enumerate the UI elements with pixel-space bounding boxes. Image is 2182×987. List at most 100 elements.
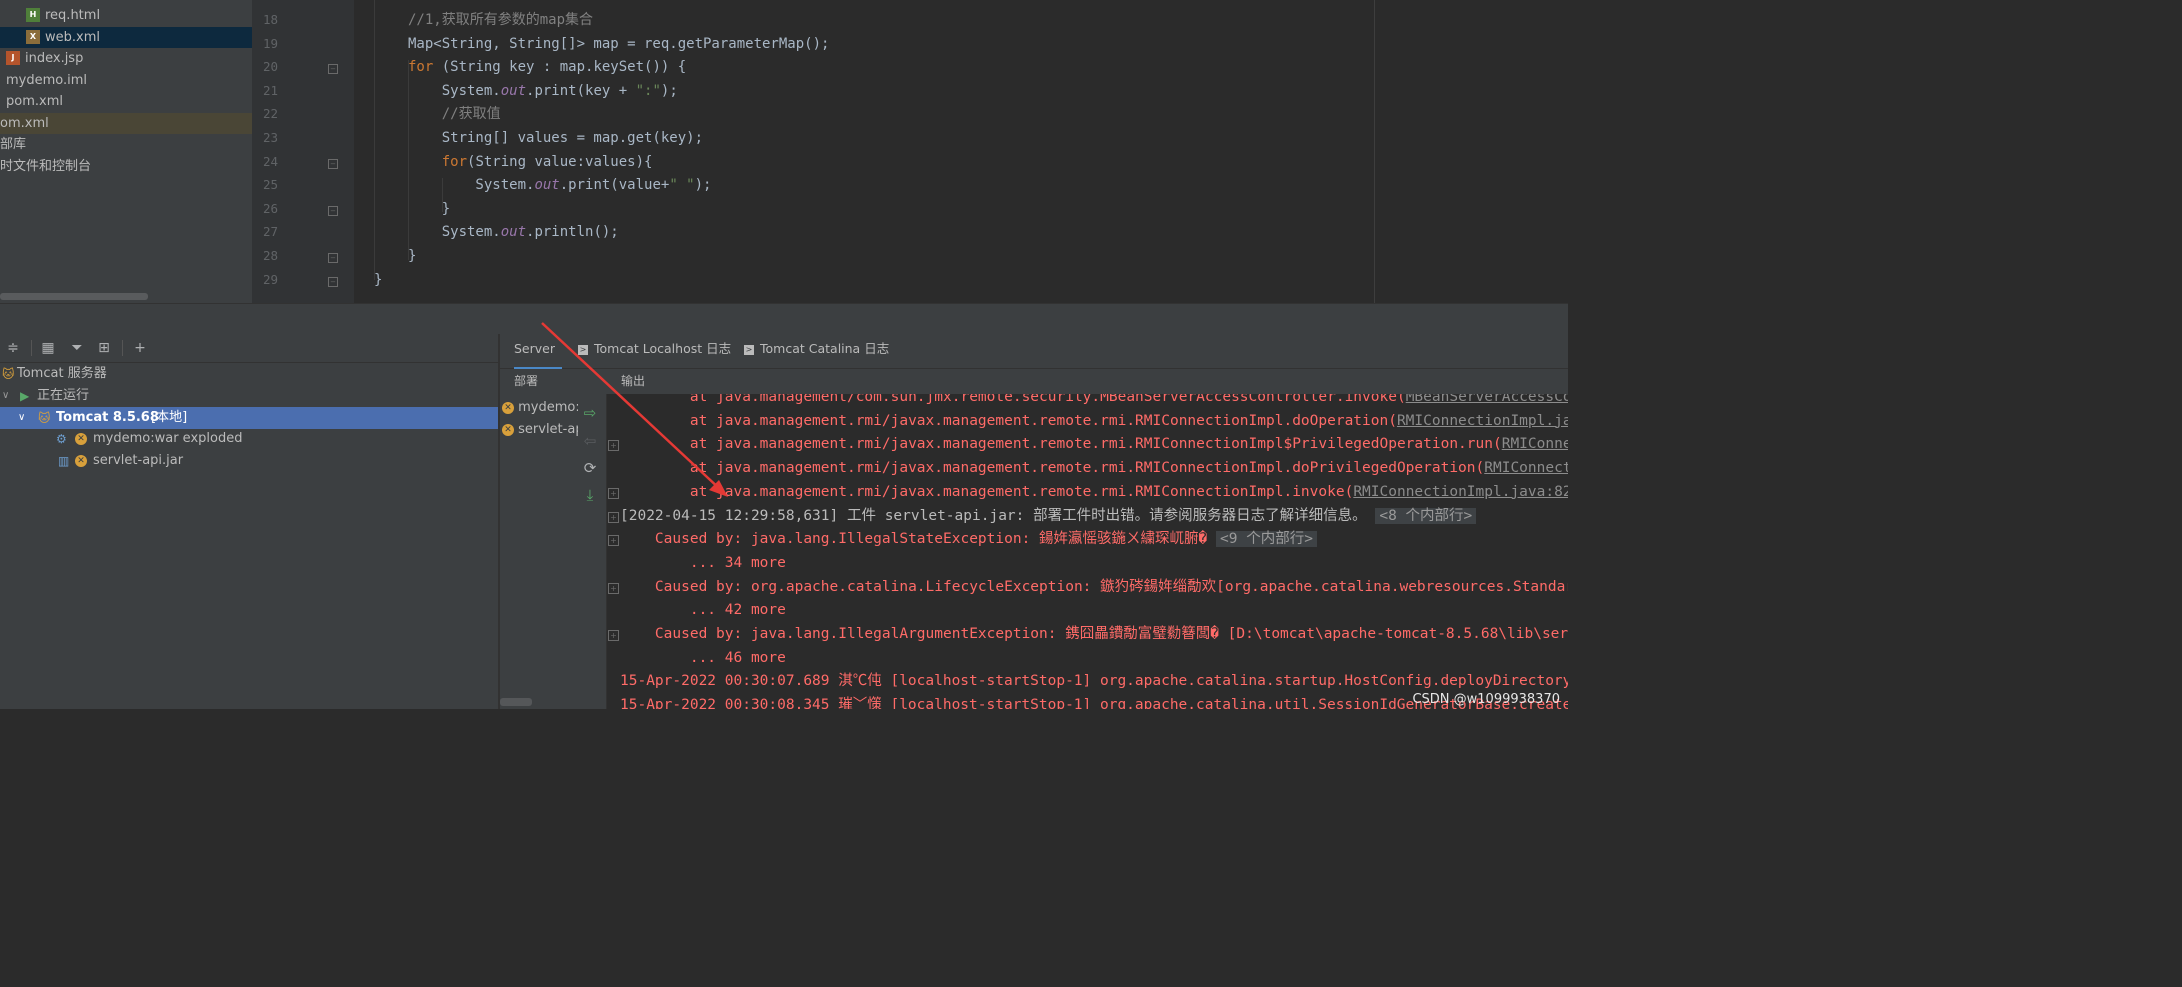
tab-tomcat-catalina-log[interactable]: > Tomcat Catalina 日志: [744, 334, 889, 367]
code-token: .println();: [526, 224, 619, 241]
undeploy-icon[interactable]: ⇦: [580, 431, 600, 451]
right-margin-guide: [1374, 0, 1375, 303]
code-token: ":": [635, 82, 661, 99]
console-line: at java.management/com.sun.jmx.remote.se…: [620, 394, 1568, 410]
new-group-icon[interactable]: ⊞: [94, 338, 114, 358]
tool-window-divider[interactable]: [0, 303, 1568, 336]
line-number: 25: [262, 177, 278, 193]
update-deploy-icon[interactable]: ⤓: [580, 485, 600, 505]
chevron-down-icon[interactable]: ∨: [18, 407, 25, 429]
tree-item-req-html[interactable]: H req.html: [0, 5, 252, 26]
console-line-text: Caused by: org.apache.catalina.Lifecycle…: [620, 578, 1568, 595]
expand-lines-icon[interactable]: +: [608, 535, 619, 547]
folded-lines-badge[interactable]: <8 个内部行>: [1375, 507, 1477, 524]
project-horizontal-scrollbar[interactable]: [0, 293, 148, 300]
expand-lines-icon[interactable]: +: [608, 582, 619, 594]
fold-marker-icon[interactable]: −: [328, 276, 338, 287]
line-number: 20: [262, 59, 278, 75]
refresh-icon[interactable]: ⟳: [580, 458, 600, 478]
service-tomcat-group[interactable]: 🐱 Tomcat 服务器: [0, 363, 498, 385]
output-header: 输出: [621, 374, 646, 388]
code-editor[interactable]: //1,获取所有参数的map集合 Map<String, String[]> ma…: [252, 0, 1568, 303]
expand-lines-icon[interactable]: +: [608, 487, 619, 499]
console-line-text: Caused by: java.lang.IllegalArgumentExce…: [620, 626, 1568, 642]
xml-config-file-icon: X: [26, 30, 40, 44]
collapse-all-icon[interactable]: ≑: [3, 338, 23, 358]
source-link[interactable]: RMIConnectionImpl.java:827: [1353, 484, 1568, 500]
console-line: ... 46 more: [620, 647, 786, 671]
code-line[interactable]: System.out.print(value+" ");: [408, 174, 711, 197]
toolbar-separator: [31, 340, 32, 356]
folded-lines-badge[interactable]: <9 个内部行>: [1216, 531, 1317, 548]
tab-server[interactable]: Server: [514, 334, 562, 370]
code-line[interactable]: //获取值: [408, 103, 501, 126]
source-link[interactable]: RMIConnecti: [1484, 460, 1568, 476]
code-token: );: [694, 177, 712, 194]
group-by-icon[interactable]: ▦: [38, 338, 58, 358]
indent-guide: [374, 0, 375, 280]
expand-lines-icon[interactable]: +: [608, 440, 619, 452]
code-line[interactable]: }: [374, 269, 382, 292]
deployment-list: ✕ mydemo:war exploded ✕ servlet-api.jar …: [500, 394, 607, 709]
code-line[interactable]: System.out.print(key + ":");: [408, 80, 678, 103]
html-file-icon: H: [26, 8, 40, 22]
code-token: " ": [669, 177, 695, 194]
tree-item-index-jsp[interactable]: J index.jsp: [0, 48, 252, 69]
tree-item-pom-xml[interactable]: pom.xml: [0, 91, 252, 112]
tree-item-web-xml[interactable]: X web.xml: [0, 27, 252, 48]
tree-item-om-xml[interactable]: om.xml: [0, 113, 252, 134]
console-line-text: at java.management.rmi/javax.management.…: [620, 436, 1502, 453]
code-token: //1,获取所有参数的map集合: [408, 12, 594, 28]
artifact-servlet-api[interactable]: ▥ ✕ servlet-api.jar: [0, 450, 498, 472]
fold-marker-icon[interactable]: −: [328, 253, 338, 263]
line-number: 28: [262, 248, 278, 263]
code-line[interactable]: for(String value:values){: [408, 151, 653, 174]
code-line[interactable]: Map<String, String[]> map = req.getParam…: [408, 33, 829, 56]
code-token: .print(key +: [526, 82, 636, 99]
code-line[interactable]: for (String key : map.keySet()) {: [408, 56, 686, 79]
war-artifact-icon: ⚙: [56, 432, 67, 446]
code-token: for: [441, 153, 468, 170]
code-token: //获取值: [408, 106, 501, 123]
deploy-horizontal-scrollbar[interactable]: [500, 698, 532, 706]
line-number: 24: [262, 153, 278, 169]
deploy-header: 部署: [514, 374, 539, 388]
line-number: 18: [262, 12, 278, 27]
code-line[interactable]: }: [408, 245, 416, 268]
source-link[interactable]: RMIConnectionImpl.jav: [1397, 413, 1568, 429]
console-output[interactable]: at java.management/com.sun.jmx.remote.se…: [607, 394, 1568, 709]
add-service-icon[interactable]: +: [130, 338, 150, 358]
filter-icon[interactable]: ⏷: [67, 338, 87, 358]
code-token: (String key : map.keySet()) {: [433, 59, 687, 76]
code-line[interactable]: //1,获取所有参数的map集合: [408, 9, 593, 32]
code-line[interactable]: System.out.println();: [408, 221, 619, 244]
fold-marker-icon[interactable]: −: [328, 64, 338, 75]
deployment-item-servlet-api[interactable]: ✕ servlet-api.jar: [502, 420, 578, 440]
expand-lines-icon[interactable]: +: [608, 630, 619, 641]
service-tomcat-server[interactable]: ∨ 🐱 Tomcat 8.5.68 [本地]: [0, 407, 498, 429]
tab-tomcat-localhost-log[interactable]: > Tomcat Localhost 日志: [578, 334, 731, 367]
deploy-all-icon[interactable]: ⇨: [580, 403, 600, 423]
console-line: 15-Apr-2022 00:30:07.689 淇℃伅 [localhost-…: [620, 670, 1568, 694]
line-number: 19: [262, 35, 278, 51]
code-line[interactable]: String[] values = map.get(key);: [408, 127, 703, 150]
chevron-down-icon[interactable]: ∨: [2, 385, 9, 407]
code-token: out: [500, 224, 527, 241]
fold-marker-icon[interactable]: −: [328, 158, 338, 169]
code-token: out: [534, 177, 560, 194]
error-status-icon: ✕: [75, 433, 87, 445]
tree-item-external-libraries[interactable]: 部库: [0, 134, 252, 155]
expand-lines-icon[interactable]: +: [608, 511, 619, 523]
source-link[interactable]: RMIConnec: [1502, 436, 1568, 452]
source-link[interactable]: MBeanServerAccessCon: [1406, 394, 1568, 405]
fold-marker-icon[interactable]: −: [328, 205, 338, 216]
artifact-mydemo[interactable]: ⚙ ✕ mydemo:war exploded: [0, 428, 498, 450]
code-line[interactable]: }: [408, 198, 450, 221]
console-line-text: ... 34 more: [620, 554, 786, 571]
tree-item-scratches-consoles[interactable]: 时文件和控制台: [0, 156, 252, 177]
deployment-item-mydemo[interactable]: ✕ mydemo:war exploded: [502, 398, 578, 418]
service-running-group[interactable]: ∨ ▶ 正在运行: [0, 385, 498, 407]
tree-item-mydemo-iml[interactable]: mydemo.iml: [0, 70, 252, 91]
console-icon: >: [744, 344, 754, 355]
tomcat-server-icon: 🐱: [38, 411, 51, 425]
